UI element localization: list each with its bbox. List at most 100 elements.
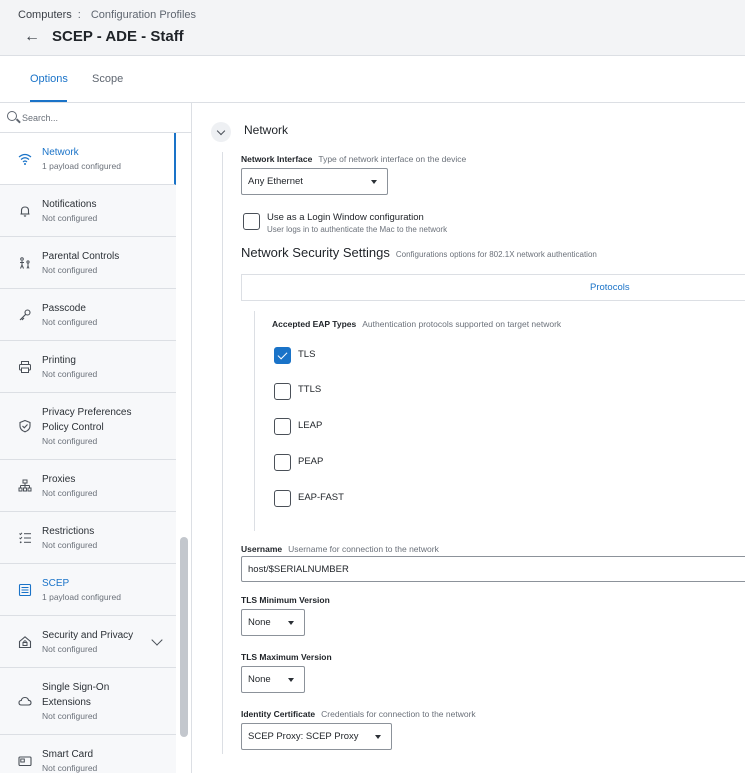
chevron-down-icon[interactable]	[151, 634, 163, 646]
checklist-icon	[18, 531, 32, 545]
sidebar-item-status: Not configured	[42, 317, 98, 327]
sidebar-item-security-and-privacy[interactable]: Security and Privacy Not configured	[0, 616, 176, 668]
sidebar-item-status: Not configured	[42, 644, 98, 654]
eap-ttls-label: TTLS	[298, 384, 322, 395]
network-interface-description: Type of network interface on the device	[318, 154, 467, 164]
sidebar-item-status: 1 payload configured	[42, 592, 121, 602]
breadcrumb: Computers : Configuration Profiles	[18, 9, 196, 21]
sidebar-item-status: Not configured	[42, 213, 98, 223]
tab-scope[interactable]: Scope	[92, 73, 123, 85]
identity-cert-select[interactable]: SCEP Proxy: SCEP Proxy	[241, 723, 392, 750]
tab-protocols-label: Protocols	[590, 282, 630, 293]
username-label-text: Username	[241, 544, 283, 554]
tab-protocols[interactable]: Protocols	[241, 274, 745, 301]
tls-max-value: None	[248, 674, 271, 685]
tls-max-label: TLS Maximum Version	[241, 652, 332, 662]
sidebar-item-passcode[interactable]: Passcode Not configured	[0, 289, 176, 341]
eap-tls-label: TLS	[298, 349, 316, 360]
sidebar-item-label: Printing	[42, 355, 76, 366]
sidebar-item-label: SCEP	[42, 578, 70, 589]
smart-card-icon	[18, 754, 32, 768]
eap-leap-label: LEAP	[298, 420, 323, 431]
sidebar-item-single-sign-on-extensions[interactable]: Single Sign-On Extensions Not configured	[0, 668, 176, 735]
breadcrumb-configuration-profiles[interactable]: Configuration Profiles	[91, 9, 196, 21]
sidebar-item-status: Not configured	[42, 436, 98, 446]
wifi-icon	[18, 152, 32, 166]
sidebar-item-label: Notifications	[42, 199, 97, 210]
username-description: Username for connection to the network	[288, 544, 439, 554]
eap-types-label: Accepted EAP Types Authentication protoco…	[272, 319, 561, 329]
login-window-label: Use as a Login Window configuration	[267, 212, 424, 223]
sidebar-item-label: Security and Privacy	[42, 630, 134, 641]
sidebar-item-label-line1: Single Sign-On	[42, 682, 110, 693]
family-icon	[18, 256, 32, 270]
sidebar-item-label: Parental Controls	[42, 251, 120, 262]
network-tree-icon	[18, 479, 32, 493]
sidebar-item-smart-card[interactable]: Smart Card Not configured	[0, 735, 176, 773]
sidebar-item-label: Network	[42, 147, 79, 158]
sidebar-item-status: Not configured	[42, 711, 98, 721]
username-input[interactable]	[241, 556, 745, 582]
printer-icon	[18, 360, 32, 374]
sidebar-item-scep[interactable]: SCEP 1 payload configured	[0, 564, 176, 616]
sidebar-scrollbar-thumb[interactable]	[180, 537, 188, 737]
payload-list: Network 1 payload configured Notificatio…	[0, 133, 176, 773]
login-window-checkbox[interactable]	[243, 213, 260, 230]
eap-ttls-checkbox[interactable]	[274, 383, 291, 400]
sidebar-item-status: Not configured	[42, 488, 98, 498]
sidebar-item-status: Not configured	[42, 369, 98, 379]
sidebar-search	[0, 103, 191, 133]
sidebar-item-printing[interactable]: Printing Not configured	[0, 341, 176, 393]
eap-tls-checkbox[interactable]	[274, 347, 291, 364]
sidebar-item-status: Not configured	[42, 763, 98, 773]
eap-fast-label: EAP-FAST	[298, 492, 344, 503]
network-interface-select[interactable]: Any Ethernet	[241, 168, 388, 195]
eap-peap-label: PEAP	[298, 456, 324, 467]
sidebar-item-network[interactable]: Network 1 payload configured	[0, 133, 176, 185]
sidebar-item-label: Restrictions	[42, 526, 95, 537]
sidebar-item-status: Not configured	[42, 265, 98, 275]
eap-peap-checkbox[interactable]	[274, 454, 291, 471]
sidebar-item-privacy-preferences-policy-control[interactable]: Privacy Preferences Policy Control Not c…	[0, 393, 176, 460]
shield-icon	[18, 419, 32, 433]
tls-max-select[interactable]: None	[241, 666, 305, 693]
breadcrumb-separator: :	[77, 9, 81, 21]
sidebar-item-proxies[interactable]: Proxies Not configured	[0, 460, 176, 512]
sidebar-item-status: 1 payload configured	[42, 161, 121, 171]
active-tab-indicator	[30, 100, 67, 102]
section-divider	[222, 152, 223, 754]
eap-types-description: Authentication protocols supported on ta…	[362, 319, 562, 329]
sidebar-item-label: Passcode	[42, 303, 86, 314]
sidebar-item-notifications[interactable]: Notifications Not configured	[0, 185, 176, 237]
sidebar-item-label-line1: Privacy Preferences	[42, 407, 132, 418]
payload-editor: Network Network Interface Type of network…	[192, 103, 745, 773]
identity-cert-label-text: Identity Certificate	[241, 709, 316, 719]
eap-fast-checkbox[interactable]	[274, 490, 291, 507]
search-icon	[7, 111, 17, 121]
search-input[interactable]	[22, 109, 182, 127]
house-lock-icon	[18, 635, 32, 649]
caret-down-icon	[375, 735, 381, 739]
tab-options[interactable]: Options	[30, 73, 68, 85]
collapse-section-chevron-icon[interactable]	[211, 122, 231, 142]
tls-min-select[interactable]: None	[241, 609, 305, 636]
sidebar-item-parental-controls[interactable]: Parental Controls Not configured	[0, 237, 176, 289]
arrow-left-icon[interactable]: ←	[24, 28, 40, 45]
breadcrumb-computers[interactable]: Computers	[18, 9, 72, 21]
eap-leap-checkbox[interactable]	[274, 418, 291, 435]
sidebar-item-label: Smart Card	[42, 749, 94, 760]
identity-cert-label: Identity Certificate Credentials for conn…	[241, 709, 476, 719]
tls-min-label: TLS Minimum Version	[241, 595, 330, 605]
tls-min-value: None	[248, 617, 271, 628]
caret-down-icon	[288, 621, 294, 625]
sidebar-item-restrictions[interactable]: Restrictions Not configured	[0, 512, 176, 564]
tab-bar: Options Scope	[0, 56, 745, 103]
network-security-settings-description: Configurations options for 802.1X networ…	[395, 250, 597, 259]
network-security-settings-title: Network Security Settings	[241, 245, 390, 260]
section-title: Network	[244, 123, 289, 137]
document-icon	[18, 583, 32, 597]
login-window-sub: User logs in to authenticate the Mac to …	[267, 225, 448, 234]
sidebar-item-status: Not configured	[42, 540, 98, 550]
key-icon	[18, 308, 32, 322]
network-interface-label-text: Network Interface	[241, 154, 313, 164]
